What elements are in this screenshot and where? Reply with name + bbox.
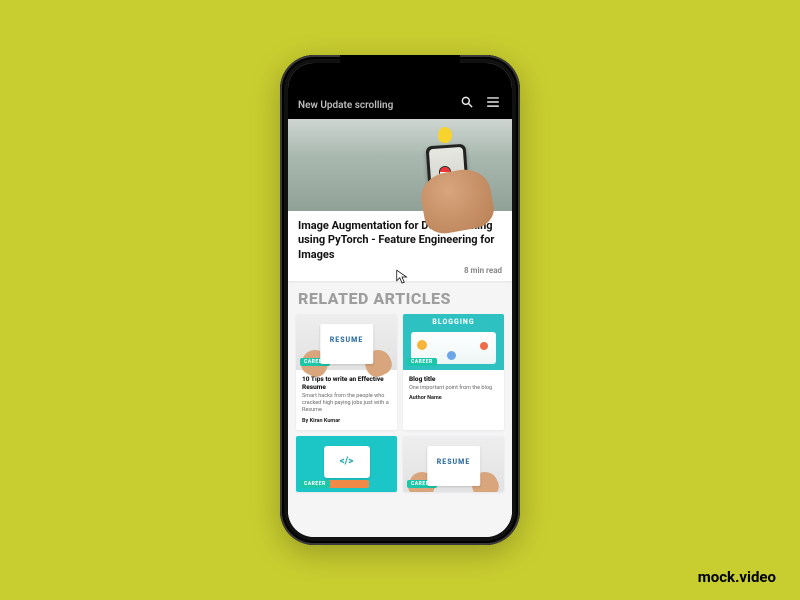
article-tag: CAREER [407,358,437,366]
article-tag: CAREER [300,358,330,366]
article-thumbnail: CAREER [403,436,504,492]
hero-image[interactable] [288,119,512,211]
app-title: New Update scrolling [298,100,450,111]
watermark-text: mock.video [698,568,776,586]
article-thumbnail: CAREER [296,314,397,370]
hero-read-time: 8 min read [298,266,502,275]
phone-frame: New Update scrolling [280,55,520,545]
article-subtitle: Smart hacks from the people who cracked … [302,393,391,414]
section-heading-related: RELATED ARTICLES [288,287,512,314]
article-tag: CAREER [407,480,437,488]
article-thumbnail: CAREER [296,436,397,492]
article-title: Blog title [409,375,498,383]
article-author: By Kiran Kumar [302,418,391,424]
article-title: 10 Tips to write an Effective Resume [302,375,391,391]
search-icon[interactable] [458,93,476,111]
hamburger-menu-icon[interactable] [484,93,502,111]
article-subtitle: One important point from the blog [409,385,498,392]
article-thumbnail: CAREER [403,314,504,370]
article-card[interactable]: CAREER Blog title One important point fr… [403,314,504,430]
article-card[interactable]: CAREER [403,436,504,492]
article-card[interactable]: CAREER 10 Tips to write an Effective Res… [296,314,397,430]
phone-notch [340,55,460,73]
article-tag: CAREER [300,480,330,488]
scroll-content[interactable]: Image Augmentation for Deep Learning usi… [288,119,512,537]
phone-screen: New Update scrolling [288,63,512,537]
related-articles-grid: CAREER 10 Tips to write an Effective Res… [288,314,512,492]
article-author: Author Name [409,395,498,401]
article-card[interactable]: CAREER [296,436,397,492]
